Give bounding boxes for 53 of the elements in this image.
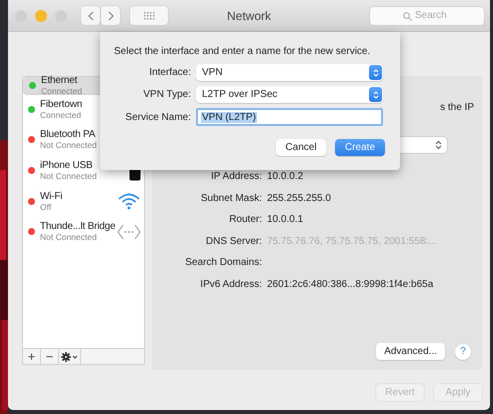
detail-value: 2601:2c6:480:386...8:9998:1f4e:b65a: [267, 278, 434, 290]
service-item[interactable]: Thunde...lt Bridge Not Connected: [23, 216, 144, 247]
search-field[interactable]: Search: [370, 6, 484, 24]
service-name: Wi-Fi: [40, 190, 62, 202]
dropdown[interactable]: L2TP over IPSec: [196, 86, 383, 103]
service-item[interactable]: Bluetooth PA Not Connected: [23, 124, 144, 156]
dialog-button[interactable]: Cancel: [276, 139, 326, 156]
service-status: Not Connected: [40, 232, 97, 242]
updown-icon: [372, 90, 378, 100]
detail-label: Router:: [228, 213, 262, 228]
window-title: Network: [226, 8, 272, 22]
service-name: iPhone USB: [40, 160, 92, 171]
detail-value: 255.255.255.0: [267, 192, 331, 204]
service-item[interactable]: Wi-Fi Off: [23, 186, 144, 216]
service-status: Off: [40, 202, 52, 212]
help-button[interactable]: ?: [455, 344, 471, 360]
chevron-right-icon: [108, 10, 114, 20]
detail-value: 10.0.0.2: [267, 171, 304, 182]
back-button[interactable]: [81, 6, 100, 25]
bridge-icon: [117, 222, 141, 241]
service-name: Bluetooth PA: [40, 129, 96, 140]
detail-label: Search Domains:: [184, 256, 262, 270]
search-icon: [403, 12, 412, 20]
detail-value: 75.75.76.76, 75.75.75.75, 2001:558:...: [267, 236, 437, 247]
service-name: Fibertown: [40, 98, 82, 110]
show-all-button[interactable]: [130, 6, 168, 25]
detail-label: DNS Server:: [204, 234, 262, 249]
service-name: Ethernet: [41, 75, 78, 86]
gear-icon: [60, 352, 78, 362]
advanced-button[interactable]: Advanced...: [376, 343, 445, 360]
wifi-icon: [117, 192, 141, 210]
field-label: Service Name:: [124, 112, 191, 122]
dropdown[interactable]: VPN: [196, 64, 383, 81]
service-status: Not Connected: [40, 140, 97, 150]
detail-value: 10.0.0.1: [267, 214, 304, 226]
input-field[interactable]: VPN (L2TP): [196, 108, 383, 126]
description-text: s the IP: [440, 102, 474, 113]
grid-icon: [144, 12, 154, 20]
updown-icon: [435, 140, 442, 150]
service-name: Thunde...lt Bridge: [40, 221, 116, 232]
dialog-prompt: Select the interface and enter a name for the new service.: [114, 46, 372, 57]
action-menu-button[interactable]: [59, 349, 81, 364]
updown-icon: [372, 68, 378, 78]
service-status: Not Connected: [40, 170, 97, 181]
detail-label: IP Address:: [210, 170, 262, 184]
forward-button[interactable]: [101, 6, 120, 25]
detail-label: Subnet Mask:: [200, 192, 262, 206]
field-label: VPN Type:: [142, 89, 191, 100]
field-label: Interface:: [148, 67, 191, 78]
service-status: Connected: [41, 86, 82, 96]
detail-label: IPv6 Address:: [199, 278, 262, 292]
service-status: Connected: [40, 110, 82, 120]
chevron-left-icon: [88, 10, 94, 20]
